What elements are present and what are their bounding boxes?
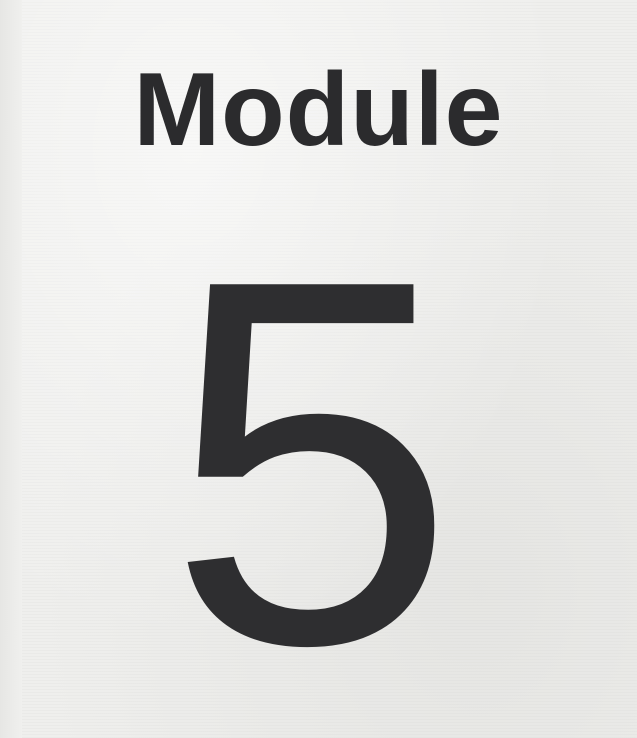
- module-title-page: Module 5: [0, 0, 637, 738]
- module-number: 5: [166, 172, 457, 738]
- module-heading: Module: [133, 52, 504, 168]
